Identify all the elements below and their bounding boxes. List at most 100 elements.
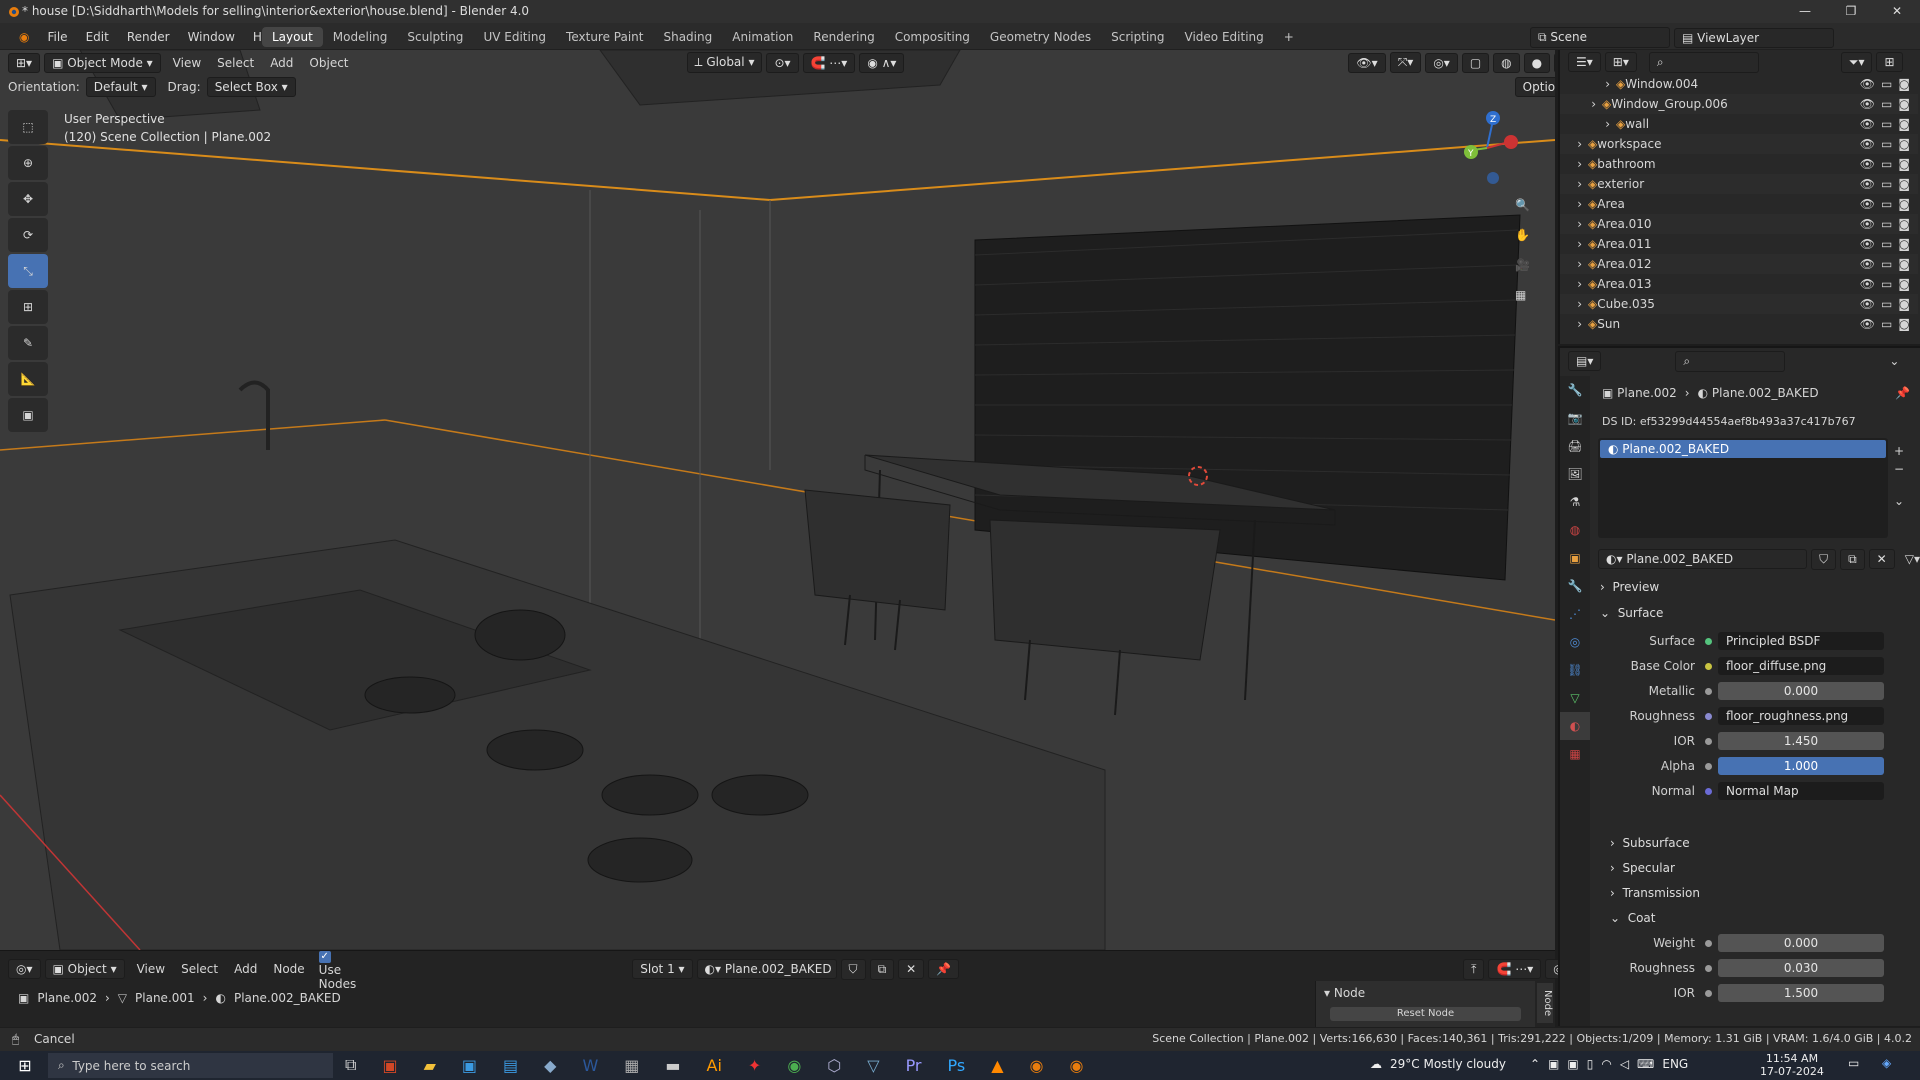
- eye-icon[interactable]: 👁: [1860, 317, 1875, 331]
- shading-material-button[interactable]: ◐: [1554, 52, 1555, 73]
- transform-tool-icon[interactable]: ⊞: [8, 290, 48, 324]
- monitor-icon[interactable]: ▭: [1881, 137, 1892, 151]
- world-tab-icon[interactable]: ◍: [1560, 516, 1590, 544]
- gizmo-toggle[interactable]: ⤧▾: [1389, 52, 1422, 73]
- monitor-icon[interactable]: ▭: [1881, 177, 1892, 191]
- eye-icon[interactable]: 👁: [1860, 157, 1875, 171]
- duplicate-material-icon[interactable]: ⧉: [869, 958, 895, 980]
- view-layer-selector[interactable]: ▤ ViewLayer: [1674, 27, 1834, 48]
- subsurface-section[interactable]: › Subsurface: [1590, 832, 1920, 854]
- expand-arrow-icon[interactable]: ›: [1560, 177, 1588, 191]
- zoom-icon[interactable]: 🔍: [1515, 190, 1530, 220]
- menu-render[interactable]: Render: [118, 30, 179, 44]
- texture-tab-icon[interactable]: ▦: [1560, 740, 1590, 768]
- monitor-icon[interactable]: ▭: [1881, 237, 1892, 251]
- file-explorer-icon[interactable]: ▰: [424, 1056, 436, 1075]
- camera-icon[interactable]: ◙: [1898, 157, 1910, 171]
- tab-scripting[interactable]: Scripting: [1101, 27, 1174, 47]
- display-mode-icon[interactable]: ⊞▾: [1604, 52, 1637, 72]
- slot-selector[interactable]: Slot 1 ▾: [632, 959, 693, 979]
- material-tab-icon[interactable]: ◐: [1560, 712, 1590, 740]
- expand-arrow-icon[interactable]: ›: [1560, 217, 1588, 231]
- outliner-editor-type-icon[interactable]: ☰▾: [1568, 52, 1601, 72]
- monitor-icon[interactable]: ▭: [1881, 97, 1892, 111]
- outliner-row[interactable]: › ◈ wall 👁 ▭ ◙: [1560, 114, 1918, 134]
- orientation-selector[interactable]: Default ▾: [85, 77, 156, 97]
- filter-icon[interactable]: ⏷▾: [1840, 51, 1873, 73]
- pin-icon[interactable]: 📌: [928, 959, 960, 979]
- blender-icon[interactable]: ◉: [1030, 1056, 1044, 1075]
- eye-icon[interactable]: 👁: [1860, 117, 1875, 131]
- expand-arrow-icon[interactable]: ›: [1560, 117, 1616, 131]
- chevron-up-icon[interactable]: ⌃: [1530, 1057, 1540, 1071]
- tray-icon[interactable]: ▣: [1567, 1057, 1578, 1071]
- scene-tab-icon[interactable]: ⚗: [1560, 488, 1590, 516]
- outliner-row[interactable]: › ◈ Area.010 👁 ▭ ◙: [1560, 214, 1918, 234]
- socket-icon[interactable]: [1705, 989, 1712, 997]
- node-menu-add[interactable]: Add: [226, 962, 265, 976]
- number-field[interactable]: 0.000: [1718, 934, 1884, 952]
- notification-icon[interactable]: ▭: [1848, 1056, 1859, 1070]
- expand-arrow-icon[interactable]: ›: [1560, 237, 1588, 251]
- camera-icon[interactable]: ◙: [1898, 197, 1910, 211]
- select-box-tool-icon[interactable]: ⬚: [8, 110, 48, 144]
- surface-section[interactable]: ⌄ Surface: [1590, 602, 1920, 624]
- data-tab-icon[interactable]: ▽: [1560, 684, 1590, 712]
- expand-arrow-icon[interactable]: ›: [1560, 157, 1588, 171]
- tool-tab-icon[interactable]: 🔧: [1560, 376, 1590, 404]
- object-tab-icon[interactable]: ▣: [1560, 544, 1590, 572]
- outliner-row[interactable]: › ◈ Area.013 👁 ▭ ◙: [1560, 274, 1918, 294]
- taskbar-search[interactable]: ⌕ Type here to search: [48, 1053, 333, 1078]
- pin-icon[interactable]: 📌: [1895, 386, 1910, 400]
- app-icon[interactable]: ✦: [748, 1056, 761, 1075]
- menu-edit[interactable]: Edit: [77, 30, 118, 44]
- number-field[interactable]: 0.030: [1718, 959, 1884, 977]
- node-menu-select[interactable]: Select: [173, 962, 226, 976]
- tab-rendering[interactable]: Rendering: [803, 27, 884, 47]
- reset-node-button[interactable]: Reset Node: [1330, 1007, 1521, 1021]
- proportional-edit-button[interactable]: ◉ ∧▾: [859, 52, 905, 73]
- tray-icon[interactable]: ▣: [1548, 1057, 1559, 1071]
- outliner-row[interactable]: › ◈ Area.012 👁 ▭ ◙: [1560, 254, 1918, 274]
- clock[interactable]: 11:54 AM 17-07-2024: [1760, 1052, 1824, 1078]
- linked-input-field[interactable]: Normal Map: [1718, 782, 1884, 800]
- expand-arrow-icon[interactable]: ›: [1560, 97, 1602, 111]
- monitor-icon[interactable]: ▭: [1881, 257, 1892, 271]
- tab-geometry-nodes[interactable]: Geometry Nodes: [980, 27, 1101, 47]
- socket-icon[interactable]: [1705, 687, 1712, 695]
- material-datablock-selector[interactable]: ◐▾ Plane.002_BAKED: [1598, 549, 1808, 569]
- outliner-row[interactable]: › ◈ Cube.035 👁 ▭ ◙: [1560, 294, 1918, 314]
- outliner-row[interactable]: › ◈ Area 👁 ▭ ◙: [1560, 194, 1918, 214]
- close-button[interactable]: ✕: [1874, 0, 1920, 23]
- shader-editor[interactable]: ◎▾ ▣ Object ▾ View Select Add Node ✓Use …: [0, 950, 1578, 1028]
- expand-arrow-icon[interactable]: ›: [1560, 297, 1588, 311]
- outliner-row[interactable]: › ◈ Window.004 👁 ▭ ◙: [1560, 74, 1918, 94]
- expand-arrow-icon[interactable]: ›: [1560, 77, 1616, 91]
- eye-icon[interactable]: 👁: [1860, 297, 1875, 311]
- add-workspace-icon[interactable]: +: [1274, 27, 1304, 47]
- browse-icon[interactable]: ▽▾: [1905, 552, 1920, 566]
- parent-node-tree-icon[interactable]: ⤒: [1463, 958, 1485, 980]
- monitor-icon[interactable]: ▭: [1881, 217, 1892, 231]
- scale-tool-icon[interactable]: ⤡: [8, 254, 48, 288]
- render-tab-icon[interactable]: 📷: [1560, 404, 1590, 432]
- eye-icon[interactable]: 👁: [1860, 237, 1875, 251]
- specular-section[interactable]: › Specular: [1590, 857, 1920, 879]
- blender-menu-icon[interactable]: ◉: [10, 30, 38, 44]
- move-tool-icon[interactable]: ✥: [8, 182, 48, 216]
- outliner-row[interactable]: › ◈ bathroom 👁 ▭ ◙: [1560, 154, 1918, 174]
- scene-selector[interactable]: ⧉ Scene: [1530, 27, 1670, 48]
- camera-icon[interactable]: ◙: [1898, 117, 1910, 131]
- editor-type-icon[interactable]: ⊞▾: [8, 52, 41, 73]
- monitor-icon[interactable]: ▭: [1881, 157, 1892, 171]
- keyboard-icon[interactable]: ⌨: [1637, 1057, 1654, 1071]
- shading-solid-button[interactable]: ●: [1523, 52, 1551, 73]
- number-field[interactable]: 1.000: [1718, 757, 1884, 775]
- tab-layout[interactable]: Layout: [262, 26, 323, 47]
- snap-button[interactable]: 🧲 ⋯▾: [802, 52, 856, 73]
- camera-icon[interactable]: ◙: [1898, 317, 1910, 331]
- illustrator-icon[interactable]: Ai: [707, 1056, 722, 1075]
- new-collection-icon[interactable]: ⊞: [1876, 52, 1903, 72]
- outliner-row[interactable]: › ◈ workspace 👁 ▭ ◙: [1560, 134, 1918, 154]
- restore-button[interactable]: ❐: [1828, 0, 1874, 23]
